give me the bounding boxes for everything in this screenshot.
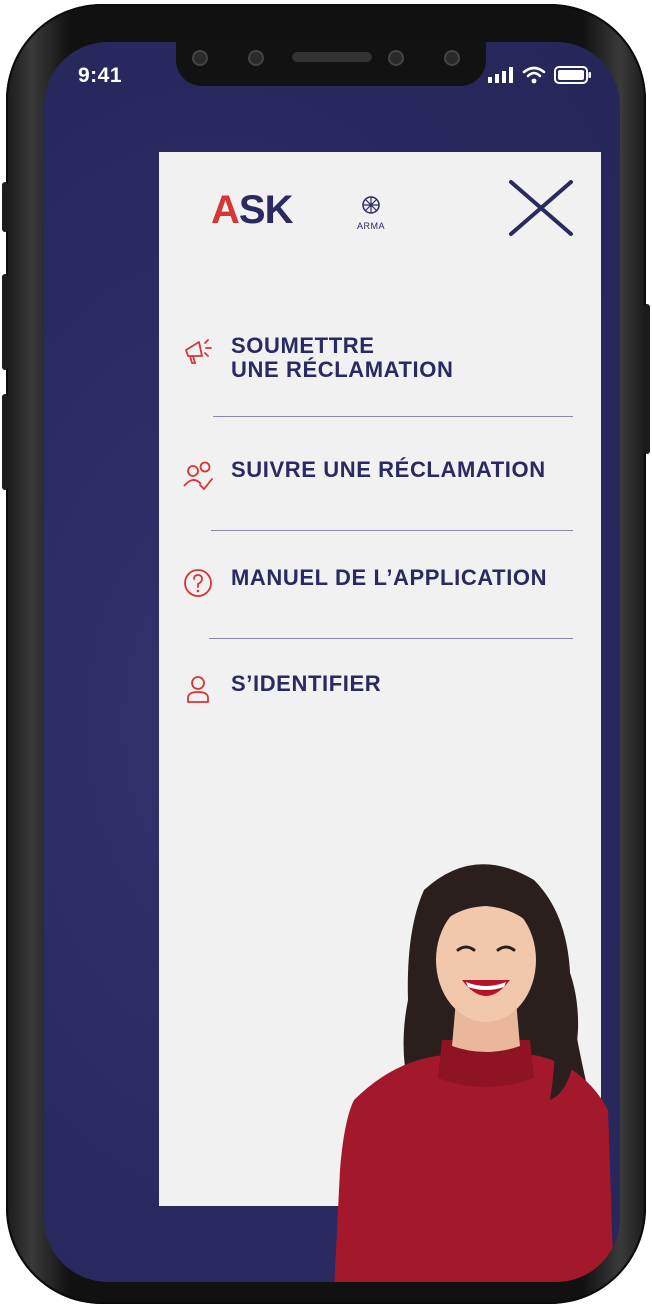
menu-item-login[interactable]: S’IDENTIFIER: [181, 672, 381, 706]
menu-item-label: SUIVRE UNE RÉCLAMATION: [231, 457, 546, 482]
menu-item-label: MANUEL DE L’APPLICATION: [231, 565, 548, 590]
status-time: 9:41: [78, 64, 123, 87]
users-check-icon: [183, 461, 213, 491]
megaphone-icon: [185, 339, 212, 364]
signal-icon: [488, 67, 513, 83]
question-circle-icon: [184, 569, 212, 597]
speaker: [292, 52, 372, 62]
menu-item-app-manual[interactable]: MANUEL DE L’APPLICATION: [181, 566, 547, 600]
phone-frame: 9:41 ASK ARMA SOUMETTRE UNE RÉCLAMATION …: [2, 4, 650, 1304]
user-icon: [187, 676, 209, 703]
smiling-woman-image: [334, 864, 614, 1282]
close-icon: [509, 180, 573, 236]
notch: [176, 42, 486, 86]
divider: [213, 416, 573, 417]
menu-item-label: SOUMETTRE UNE RÉCLAMATION: [231, 333, 454, 382]
divider: [211, 530, 573, 531]
menu-item-track-claim[interactable]: SUIVRE UNE RÉCLAMATION: [181, 458, 546, 492]
status-icons: [488, 66, 592, 84]
front-camera: [388, 50, 404, 66]
volume-down-button: [2, 394, 8, 490]
volume-up-button: [2, 274, 8, 370]
menu-item-submit-claim[interactable]: SOUMETTRE UNE RÉCLAMATION: [181, 334, 453, 382]
ask-logo: ASK: [211, 188, 293, 232]
close-button[interactable]: [507, 178, 575, 238]
sensor: [444, 50, 460, 66]
sensor: [192, 50, 208, 66]
divider: [209, 638, 573, 639]
arma-logo-text: ARMA: [356, 221, 385, 231]
mute-switch: [2, 182, 8, 232]
power-button: [644, 304, 650, 454]
wifi-icon: [522, 66, 546, 84]
battery-icon: [554, 66, 591, 84]
screen: 9:41 ASK ARMA SOUMETTRE UNE RÉCLAMATION …: [44, 42, 620, 1282]
arma-logo: ARMA: [349, 196, 393, 231]
menu-item-label: S’IDENTIFIER: [231, 671, 382, 696]
arma-emblem-icon: [362, 196, 380, 214]
sensor: [248, 50, 264, 66]
